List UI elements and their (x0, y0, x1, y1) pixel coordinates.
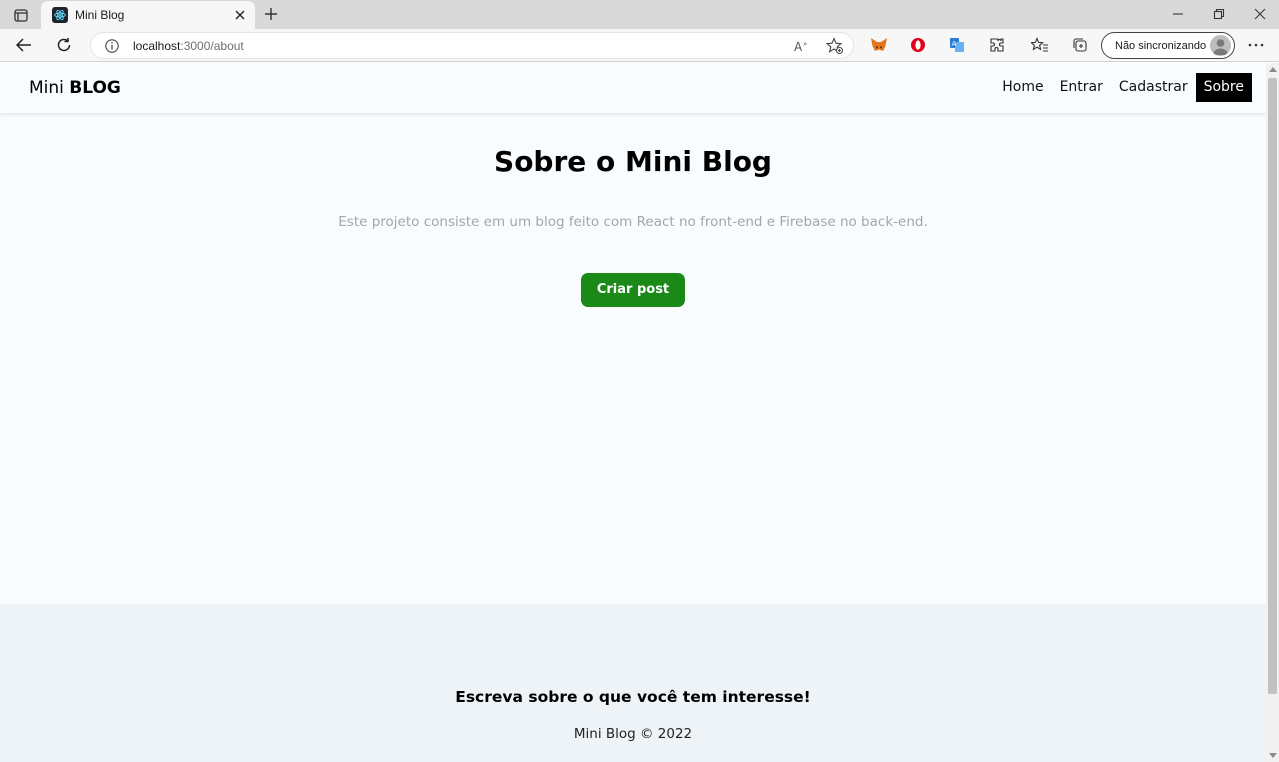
url-text: localhost:3000/about (133, 39, 244, 53)
brand-bold-text: BLOG (69, 78, 121, 98)
address-bar[interactable]: localhost:3000/about A» (90, 32, 854, 59)
about-description: Este projeto consiste em um blog feito c… (338, 214, 928, 230)
scrollbar-thumb[interactable] (1268, 78, 1277, 694)
scroll-up-arrow-icon[interactable] (1269, 67, 1277, 72)
reload-icon[interactable] (52, 33, 76, 57)
brand-light-text: Mini (29, 78, 64, 98)
browser-tabbar: Mini Blog (0, 0, 1279, 29)
brand-logo-link[interactable]: Mini BLOG (29, 78, 121, 98)
browser-tab[interactable]: Mini Blog (41, 1, 255, 29)
about-section: Sobre o Mini Blog Este projeto consiste … (0, 145, 1266, 307)
opera-extension-icon[interactable] (906, 33, 930, 57)
more-options-icon[interactable] (1244, 33, 1268, 57)
new-tab-icon[interactable] (261, 4, 281, 24)
tab-title: Mini Blog (75, 8, 125, 22)
svg-text:A: A (794, 40, 803, 53)
close-tab-icon[interactable] (231, 6, 249, 24)
profile-sync-button[interactable]: Não sincronizando (1101, 32, 1235, 59)
page-viewport: Mini BLOG Home Entrar Cadastrar Sobre So… (0, 63, 1266, 762)
tab-actions-icon[interactable] (10, 5, 32, 25)
nav-link-register[interactable]: Cadastrar (1111, 73, 1196, 102)
collections-icon[interactable] (1068, 33, 1092, 57)
back-arrow-icon[interactable] (12, 33, 36, 57)
browser-toolbar: localhost:3000/about A» A Não sincroniza… (0, 29, 1279, 62)
main-nav: Home Entrar Cadastrar Sobre (994, 73, 1252, 102)
close-window-icon[interactable] (1249, 4, 1271, 24)
url-path: :3000/about (180, 39, 244, 53)
nav-link-about[interactable]: Sobre (1195, 73, 1252, 102)
url-host: localhost (133, 39, 181, 53)
favorites-icon[interactable] (1028, 33, 1052, 57)
site-navbar: Mini BLOG Home Entrar Cadastrar Sobre (0, 63, 1266, 113)
page-title: Sobre o Mini Blog (494, 145, 772, 178)
metamask-extension-icon[interactable] (867, 33, 891, 57)
site-footer: Escreva sobre o que você tem interesse! … (0, 604, 1266, 762)
page-scrollbar[interactable] (1266, 63, 1279, 762)
svg-text:A: A (952, 40, 957, 48)
nav-link-login[interactable]: Entrar (1052, 73, 1111, 102)
profile-avatar-icon (1210, 35, 1231, 56)
translator-extension-icon[interactable]: A (945, 33, 969, 57)
restore-icon[interactable] (1208, 4, 1230, 24)
react-favicon-icon (52, 7, 68, 23)
footer-tagline: Escreva sobre o que você tem interesse! (455, 688, 811, 706)
scroll-down-arrow-icon[interactable] (1269, 753, 1277, 758)
sync-status-label: Não sincronizando (1115, 40, 1207, 52)
read-aloud-icon[interactable]: A» (790, 34, 814, 58)
nav-link-home[interactable]: Home (994, 73, 1051, 102)
create-post-button[interactable]: Criar post (580, 273, 686, 307)
site-info-icon[interactable] (104, 38, 120, 54)
minimize-icon[interactable] (1167, 4, 1189, 24)
add-favorite-icon[interactable] (823, 34, 847, 58)
extensions-icon[interactable] (985, 33, 1009, 57)
svg-text:»: » (803, 40, 807, 48)
footer-copyright: Mini Blog © 2022 (573, 726, 693, 742)
